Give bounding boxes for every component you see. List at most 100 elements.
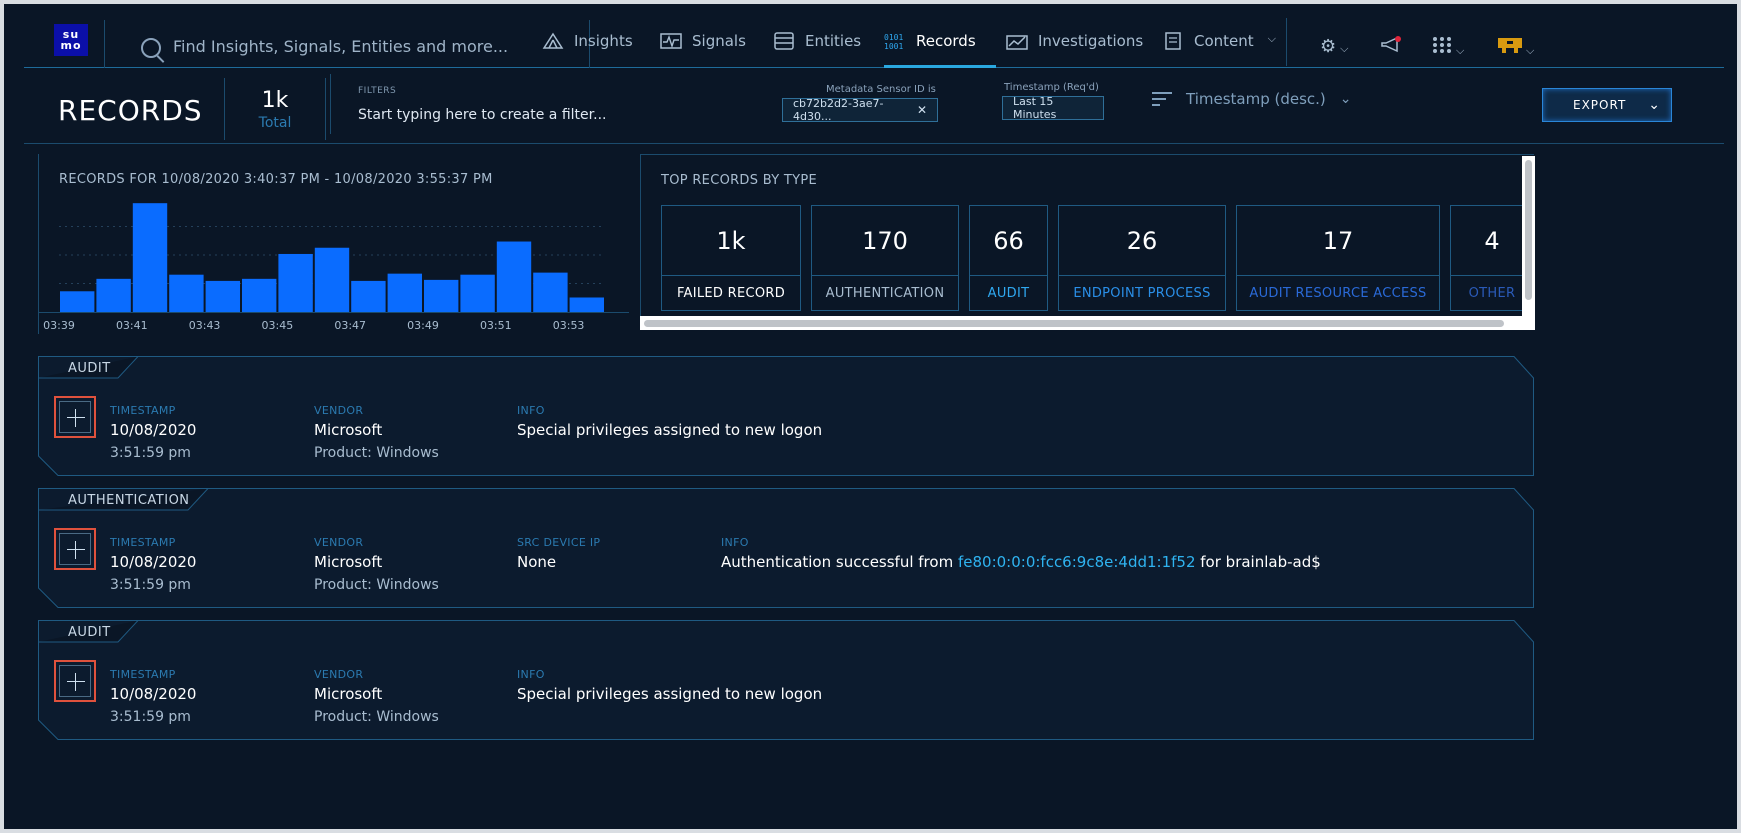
src-device-ip-field: SRC DEVICE IP None [517,536,600,571]
nav-item-entities[interactable]: Entities [773,32,861,68]
nav-item-content[interactable]: Content ⌵ [1162,32,1276,68]
type-card-failed-record[interactable]: 1k FAILED RECORD [661,205,801,311]
timestamp-date: 10/08/2020 [110,685,197,703]
nav-item-signals[interactable]: Signals [660,32,746,68]
type-label: OTHER [1468,285,1516,301]
histogram-bar[interactable] [132,203,168,312]
vertical-scrollbar[interactable] [1522,156,1535,330]
info-field: INFO Special privileges assigned to new … [517,668,822,703]
histogram-bar[interactable] [242,278,277,312]
histogram-bar[interactable] [60,291,95,312]
type-count: 4 [1451,206,1533,276]
field-label: TIMESTAMP [110,668,176,681]
info-field: INFO Authentication successful from fe80… [721,536,1321,571]
megaphone-glyph [1381,36,1401,53]
apps-grid-icon[interactable]: ⌵ [1432,36,1464,59]
type-count: 66 [970,206,1047,276]
filter-chip-value: Last 15 Minutes [1013,95,1057,121]
type-card-authentication[interactable]: 170 AUTHENTICATION [811,205,959,311]
type-card-audit-resource-access[interactable]: 17 AUDIT RESOURCE ACCESS [1236,205,1440,311]
histogram-bar[interactable] [569,297,604,312]
nav-item-label: Records [916,32,976,50]
histogram-tick-label: 03:47 [334,319,366,332]
histogram-bar[interactable] [533,272,568,312]
chevron-down-icon: ⌄ [1339,91,1352,107]
nav-item-label: Signals [692,32,746,50]
product-value: Product: Windows [314,445,439,461]
filter-chip-label: Timestamp (Req'd) [1004,82,1099,93]
total-count: 1k Total [224,78,326,140]
user-avatar-icon[interactable]: ⌵ [1498,36,1534,59]
insights-icon [542,32,564,49]
type-count: 26 [1059,206,1225,276]
expand-record-button[interactable] [54,660,96,702]
vendor-value: Microsoft [314,685,383,703]
nav-item-investigations[interactable]: Investigations [1006,32,1143,68]
type-label: AUDIT [987,285,1030,301]
histogram-tick-label: 03:45 [262,319,294,332]
info-field: INFO Special privileges assigned to new … [517,404,822,439]
filter-chip-timestamp[interactable]: Last 15 Minutes [1002,95,1104,121]
record-type: AUDIT [68,625,111,640]
filter-input[interactable] [358,104,738,126]
plus-icon [59,665,91,697]
histogram-bar[interactable] [460,274,495,312]
scrollbar-thumb[interactable] [644,320,1504,327]
type-card-audit[interactable]: 66 AUDIT [969,205,1048,311]
sumo-logo[interactable]: su mo [54,24,88,56]
chevron-down-icon: ⌄ [1648,97,1661,113]
nav-item-records[interactable]: 0101 1001 Records [884,32,996,68]
logo-text: su mo [60,28,82,52]
histogram-bar[interactable] [424,279,459,312]
timestamp-field: TIMESTAMP 10/08/2020 3:51:59 pm [110,404,196,461]
nav-item-insights[interactable]: Insights [542,32,633,68]
svg-text:1001: 1001 [884,42,903,50]
histogram-bar[interactable] [278,253,313,312]
search-input[interactable] [173,32,573,60]
field-label: VENDOR [314,668,364,681]
info-value: Special privileges assigned to new logon [517,421,823,439]
histogram-bar[interactable] [96,278,131,312]
records-histogram: RECORDS FOR 10/08/2020 3:40:37 PM - 10/0… [38,154,629,334]
type-card-endpoint-process[interactable]: 26 ENDPOINT PROCESS [1058,205,1226,311]
nav-item-label: Entities [805,32,862,50]
histogram-bar[interactable] [387,273,422,312]
nav-item-label: Content [1194,32,1254,50]
histogram-bar[interactable] [169,274,204,312]
type-cards: 1k FAILED RECORD 170 AUTHENTICATION 66 A… [661,205,1534,311]
page-title: RECORDS [58,94,203,127]
export-button[interactable]: EXPORT ⌄ [1542,88,1672,122]
field-label: INFO [721,536,749,549]
filter-chip-sensor-id[interactable]: cb72b2d2-3ae7-4d30... ✕ [782,97,938,123]
search-icon [141,38,161,58]
histogram-tick-label: 03:51 [480,319,512,332]
export-label: EXPORT [1573,98,1627,112]
filter-chip-label: Metadata Sensor ID is [826,84,936,95]
histogram-tick-label: 03:41 [116,319,148,332]
records-header: RECORDS 1k Total FILTERS Metadata Sensor… [24,70,1724,144]
scrollbar-thumb[interactable] [1525,160,1532,300]
ip-link[interactable]: fe80:0:0:0:fcc6:9c8e:4dd1:1f52 [958,553,1196,571]
field-label: VENDOR [314,404,364,417]
vendor-field: VENDOR Microsoft Product: Windows [314,536,439,593]
expand-record-button[interactable] [54,528,96,570]
megaphone-icon[interactable] [1380,36,1402,59]
histogram-bar[interactable] [496,241,532,312]
sort-dropdown[interactable]: Timestamp (desc.) ⌄ [1152,90,1352,108]
svg-text:0101: 0101 [884,33,903,42]
record-card: AUDIT TIMESTAMP 10/08/2020 3:51:59 pm VE… [38,620,1534,740]
histogram-bar[interactable] [205,280,240,312]
expand-record-button[interactable] [54,396,96,438]
histogram-title: RECORDS FOR 10/08/2020 3:40:37 PM - 10/0… [59,172,493,187]
histogram-bar[interactable] [314,247,350,312]
horizontal-scrollbar[interactable] [640,316,1535,330]
histogram-bar[interactable] [351,280,386,312]
signals-icon [660,33,682,49]
nav-divider [1286,18,1287,66]
remove-chip-icon[interactable]: ✕ [917,103,927,117]
app-window: su mo Insights Signals Entities 01011001… [4,4,1737,829]
timestamp-date: 10/08/2020 [110,553,197,571]
field-label: VENDOR [314,536,364,549]
gear-icon[interactable]: ⚙ ⌵ [1320,36,1348,57]
histogram-tick-label: 03:39 [43,319,75,332]
